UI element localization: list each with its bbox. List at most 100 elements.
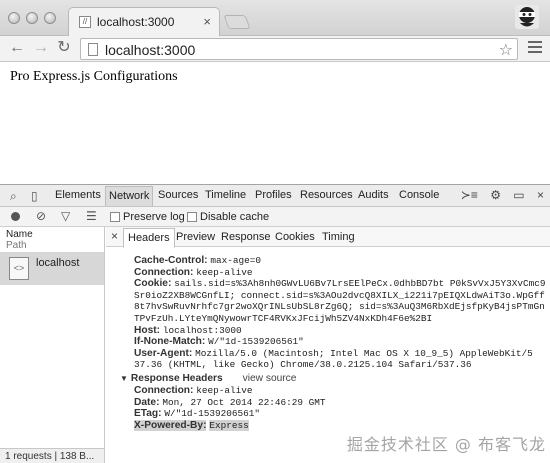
- incognito-avatar-icon[interactable]: [514, 4, 540, 30]
- request-list-header[interactable]: Name Path: [0, 227, 104, 253]
- header-value: max-age=0: [210, 255, 262, 266]
- header-key: Date:: [134, 396, 160, 408]
- header-value: localhost:3000: [162, 324, 242, 336]
- tab-profiles[interactable]: Profiles: [255, 189, 292, 201]
- header-key: Connection:: [134, 266, 194, 278]
- network-toolbar: ⊘ ▽ ☰ Preserve log Disable cache: [0, 207, 550, 227]
- tab-preview[interactable]: Preview: [176, 231, 215, 243]
- page-viewport: Pro Express.js Configurations: [0, 62, 550, 184]
- header-value: TPvFzUh.LYteYmQNywowrTCF4RVKxJFcijWh5ZV4…: [134, 312, 433, 324]
- clear-icon[interactable]: ⊘: [36, 209, 46, 223]
- devtools-panel: ⌕ ▯ Elements Network Sources Timeline Pr…: [0, 184, 550, 463]
- close-window-button[interactable]: [8, 12, 20, 24]
- view-source-link[interactable]: view source: [243, 373, 297, 384]
- tab-resources[interactable]: Resources: [300, 189, 353, 201]
- request-summary-status: 1 requests | 138 B...: [0, 448, 104, 463]
- page-favicon-icon: //: [79, 16, 91, 28]
- tab-elements[interactable]: Elements: [55, 189, 101, 201]
- view-toggle-icon[interactable]: ☰: [86, 209, 97, 223]
- document-icon: <>: [9, 257, 29, 280]
- header-value: keep-alive: [196, 266, 253, 278]
- header-value: keep-alive: [196, 384, 253, 396]
- header-value: sails.sid=s%3Ah8nh0GWvLU6Bv7LrsEElPeCx.0…: [174, 278, 546, 290]
- show-drawer-icon[interactable]: ≻≡: [461, 188, 478, 202]
- header-row: User-Agent: Mozilla/5.0 (Macintosh; Inte…: [134, 348, 550, 360]
- tab-response[interactable]: Response: [221, 231, 271, 243]
- watermark-text: 掘金技术社区 @ 布客飞龙: [346, 435, 546, 454]
- response-headers-list: Connection: keep-alive Date: Mon, 27 Oct …: [106, 385, 550, 431]
- header-value-continuation: Sr0ioZ2XB8WCGnfLI; connect.sid=s%3AOu2dv…: [134, 290, 550, 302]
- header-key: Connection:: [134, 384, 194, 396]
- header-row: Connection: keep-alive: [134, 267, 550, 279]
- disable-cache-label: Disable cache: [200, 211, 270, 223]
- header-value: Sr0ioZ2XB8WCGnfLI; connect.sid=s%3AOu2dv…: [134, 289, 545, 301]
- preserve-log-label: Preserve log: [123, 211, 185, 223]
- expand-triangle-icon[interactable]: ▼: [120, 373, 128, 385]
- record-icon[interactable]: [11, 212, 20, 221]
- minimize-window-button[interactable]: [26, 12, 38, 24]
- column-name-header: Name: [6, 229, 33, 240]
- inspect-element-icon[interactable]: ⌕: [10, 189, 17, 204]
- tab-title: localhost:3000: [97, 15, 175, 29]
- hamburger-menu-icon[interactable]: [528, 41, 542, 55]
- tab-console[interactable]: Console: [399, 189, 439, 201]
- reload-icon[interactable]: ↻: [55, 39, 73, 57]
- header-row: If-None-Match: W/"1d-1539206561": [134, 336, 550, 348]
- device-mode-icon[interactable]: ▯: [31, 189, 38, 203]
- header-value: Express: [209, 419, 249, 431]
- header-key: X-Powered-By:: [134, 419, 207, 431]
- tab-headers[interactable]: Headers: [123, 228, 175, 248]
- browser-toolbar: ← → ↻ localhost:3000 ☆: [0, 36, 550, 62]
- page-heading: Pro Express.js Configurations: [10, 69, 178, 84]
- close-devtools-icon[interactable]: ×: [537, 188, 544, 202]
- disable-cache-checkbox[interactable]: [187, 212, 197, 222]
- close-detail-icon[interactable]: ×: [111, 229, 118, 243]
- header-row: X-Powered-By: Express: [134, 419, 550, 432]
- response-headers-title: Response Headers: [130, 372, 223, 384]
- header-value: W/"1d-1539206561": [208, 336, 304, 348]
- tab-timeline[interactable]: Timeline: [205, 189, 246, 201]
- address-bar[interactable]: localhost:3000 ☆: [80, 38, 518, 60]
- forward-arrow-icon[interactable]: →: [32, 39, 50, 57]
- filter-icon[interactable]: ▽: [61, 209, 70, 223]
- header-key: Cookie:: [134, 278, 172, 290]
- devtools-tab-bar: ⌕ ▯ Elements Network Sources Timeline Pr…: [0, 185, 550, 207]
- column-path-header: Path: [6, 240, 27, 251]
- tab-cookies[interactable]: Cookies: [275, 231, 315, 243]
- header-row: Cache-Control: max-age=0: [134, 255, 550, 267]
- tab-audits[interactable]: Audits: [358, 189, 389, 201]
- url-text[interactable]: localhost:3000: [105, 42, 195, 58]
- header-key: ETag:: [134, 408, 162, 420]
- response-headers-section[interactable]: ▼ Response Headers view source: [120, 373, 550, 385]
- header-value: 37.36 (KHTML, like Gecko) Chrome/38.0.21…: [134, 359, 472, 371]
- request-headers-list: Cache-Control: max-age=0 Connection: keep…: [106, 255, 550, 371]
- header-key: Cache-Control:: [134, 255, 208, 266]
- header-row: Connection: keep-alive: [134, 385, 550, 397]
- request-row[interactable]: <> localhost: [0, 253, 104, 285]
- header-key: User-Agent:: [134, 347, 193, 359]
- browser-tab[interactable]: // localhost:3000 ×: [68, 7, 220, 37]
- header-key: Host:: [134, 324, 161, 336]
- request-list: Name Path <> localhost 1 requests | 138 …: [0, 227, 105, 463]
- new-tab-button[interactable]: [223, 15, 251, 29]
- dock-side-icon[interactable]: ▭: [513, 188, 524, 202]
- header-value: W/"1d-1539206561": [164, 408, 261, 420]
- tab-network[interactable]: Network: [105, 186, 154, 206]
- header-row: Date: Mon, 27 Oct 2014 22:46:29 GMT: [134, 397, 550, 409]
- tab-sources[interactable]: Sources: [158, 189, 198, 201]
- header-row: Host: localhost:3000: [134, 325, 550, 337]
- header-value: Mozilla/5.0 (Macintosh; Intel Mac OS X 1…: [195, 347, 533, 359]
- request-name: localhost: [36, 257, 80, 269]
- request-detail-tabs: × Headers Preview Response Cookies Timin…: [106, 227, 550, 248]
- header-value: Mon, 27 Oct 2014 22:46:29 GMT: [162, 396, 326, 408]
- bookmark-star-icon[interactable]: ☆: [499, 40, 513, 60]
- zoom-window-button[interactable]: [44, 12, 56, 24]
- close-tab-icon[interactable]: ×: [203, 14, 211, 29]
- settings-gear-icon[interactable]: ⚙: [490, 188, 501, 202]
- back-arrow-icon[interactable]: ←: [8, 39, 26, 57]
- tab-timing[interactable]: Timing: [322, 231, 355, 243]
- preserve-log-checkbox[interactable]: [110, 212, 120, 222]
- header-value-continuation: 37.36 (KHTML, like Gecko) Chrome/38.0.21…: [134, 359, 550, 371]
- header-value: 8t7hvSwRuvNrhfc7gr2woXQrINLsUbSL8rZg6Q; …: [134, 301, 545, 313]
- header-value-continuation: TPvFzUh.LYteYmQNywowrTCF4RVKxJFcijWh5ZV4…: [134, 313, 550, 325]
